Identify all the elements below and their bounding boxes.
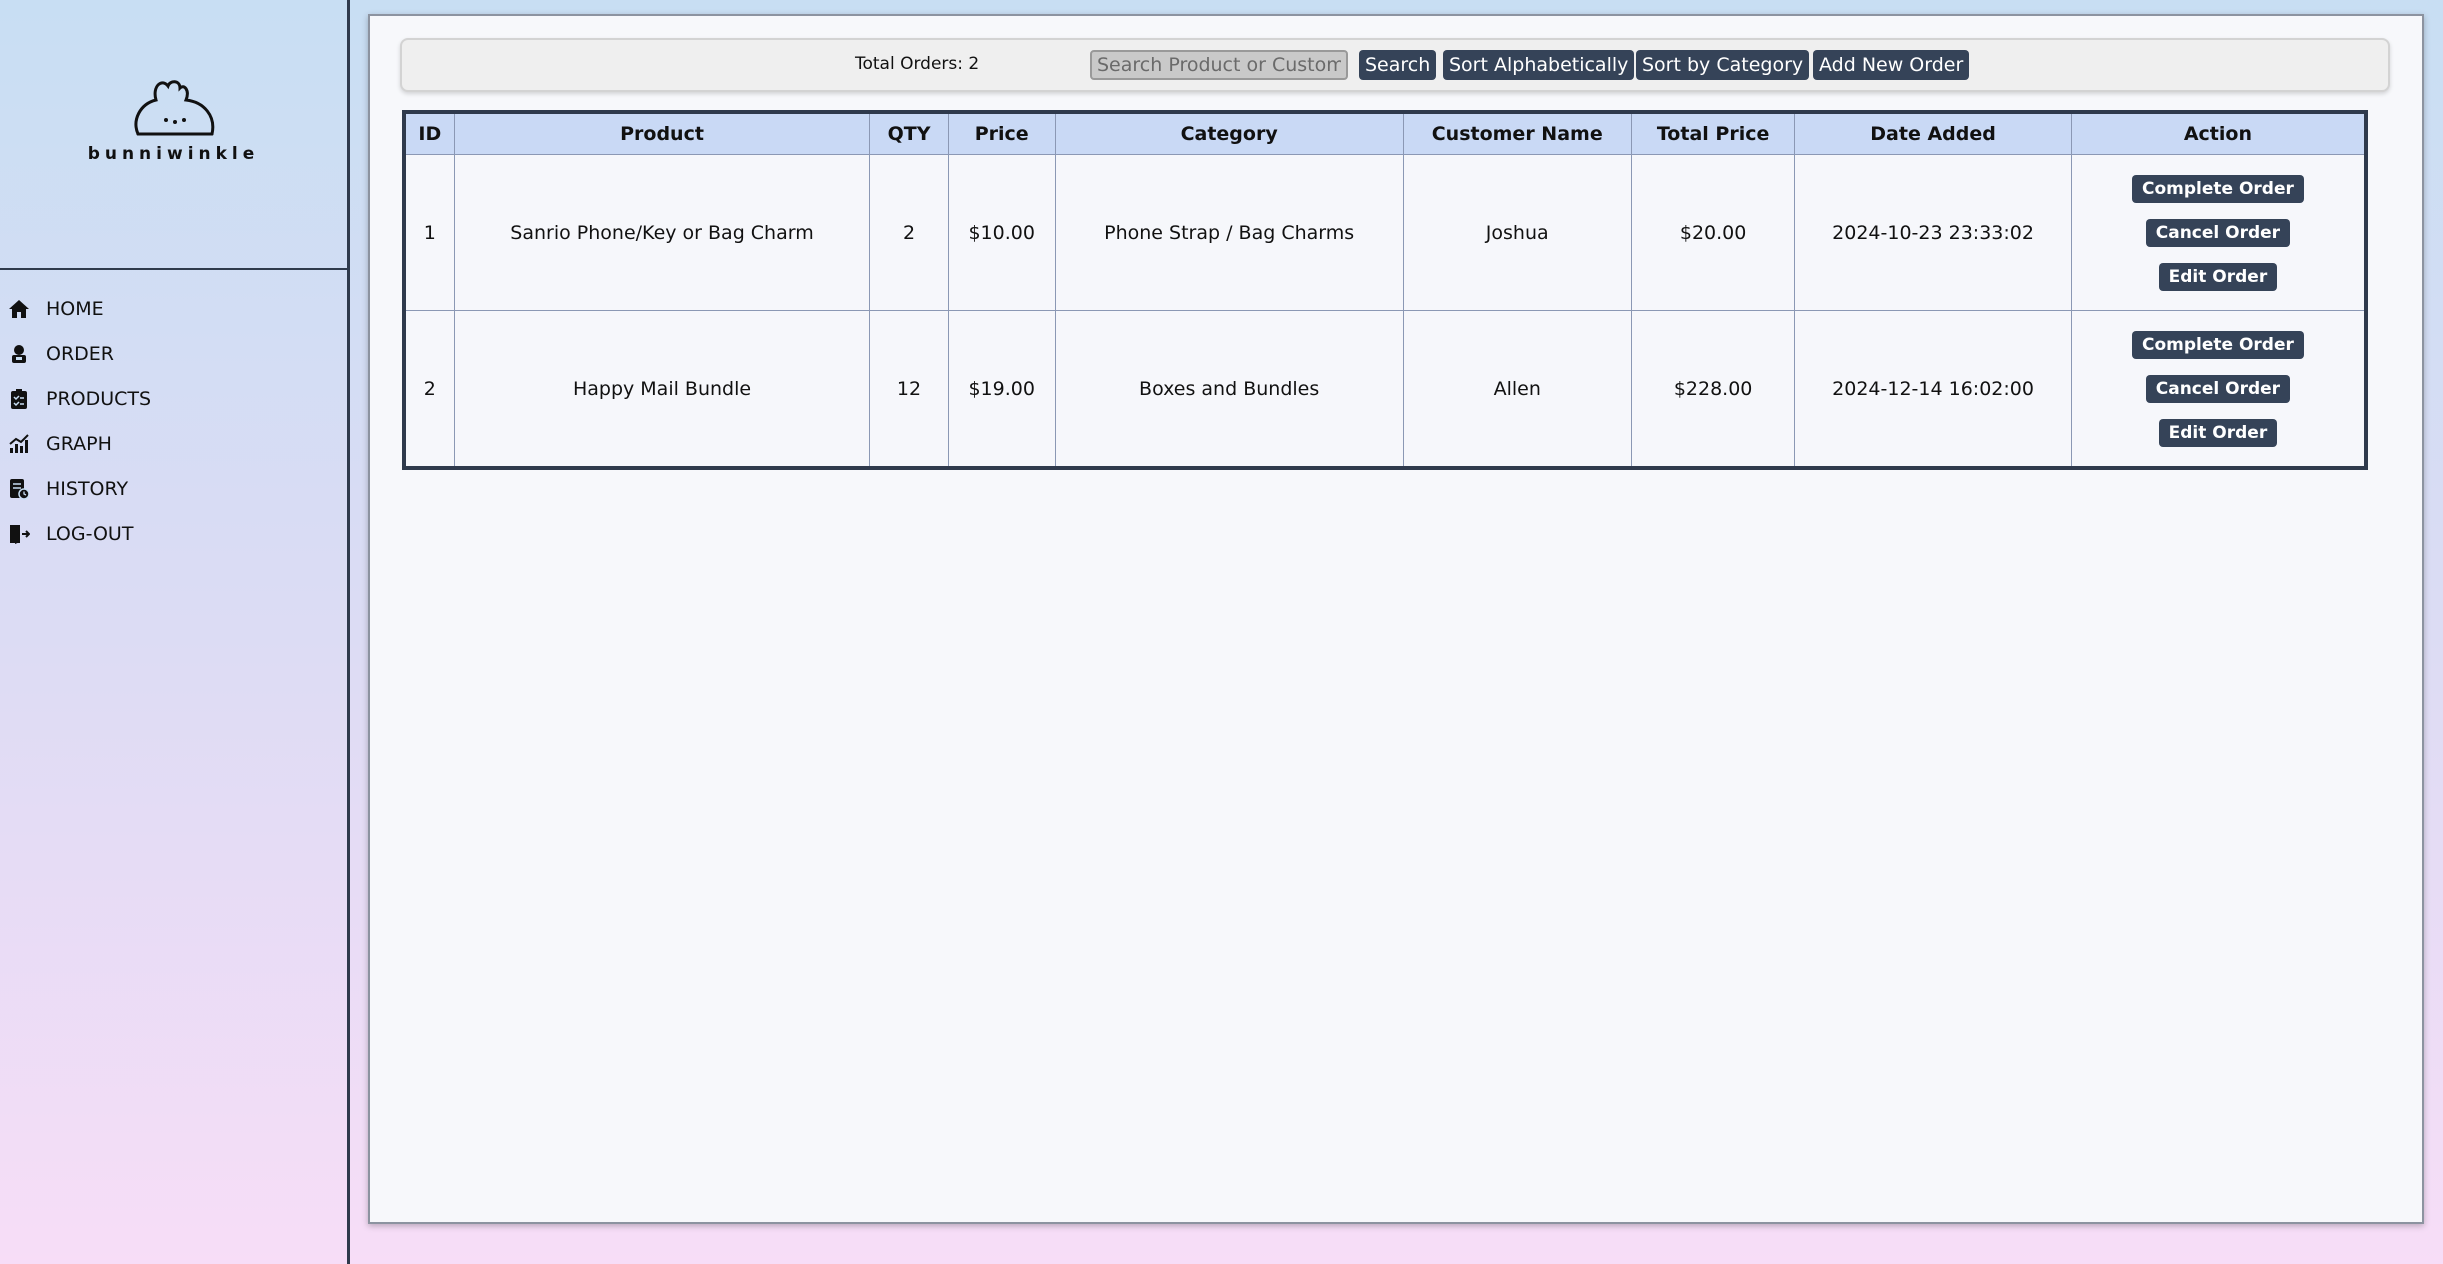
table-row: 1 Sanrio Phone/Key or Bag Charm 2 $10.00… <box>403 154 2367 311</box>
cell-category: Phone Strap / Bag Charms <box>1054 154 1404 311</box>
column-header-customer-name: Customer Name <box>1402 111 1632 155</box>
cell-price: $10.00 <box>947 154 1056 311</box>
order-icon <box>8 343 30 365</box>
cell-action: Complete Order Cancel Order Edit Order <box>2070 310 2367 469</box>
table-row: 2 Happy Mail Bundle 12 $19.00 Boxes and … <box>403 310 2367 469</box>
column-header-qty: QTY <box>869 111 949 155</box>
orders-table: ID Product QTY Price Category Customer N… <box>402 110 2368 470</box>
complete-order-button[interactable]: Complete Order <box>2131 174 2304 203</box>
sort-by-category-button[interactable]: Sort by Category <box>1636 50 1810 80</box>
sidebar-item-label: HOME <box>46 297 104 320</box>
sort-alphabetically-button[interactable]: Sort Alphabetically <box>1443 50 1635 80</box>
complete-order-button[interactable]: Complete Order <box>2131 330 2304 359</box>
history-icon <box>8 478 30 500</box>
action-buttons: Complete Order Cancel Order Edit Order <box>2073 330 2363 447</box>
cell-total-price: $228.00 <box>1630 310 1796 469</box>
edit-order-button[interactable]: Edit Order <box>2158 262 2278 291</box>
column-header-product: Product <box>453 111 871 155</box>
column-header-price: Price <box>947 111 1056 155</box>
logo-area: bunniwinkle <box>0 0 347 270</box>
bunny-logo-icon <box>134 80 215 136</box>
sidebar-item-products[interactable]: PRODUCTS <box>0 376 347 421</box>
search-input[interactable] <box>1090 50 1348 80</box>
cell-product: Sanrio Phone/Key or Bag Charm <box>453 154 871 311</box>
brand-name: bunniwinkle <box>87 144 260 164</box>
cell-id: 1 <box>403 154 455 311</box>
cell-category: Boxes and Bundles <box>1054 310 1404 469</box>
cell-id: 2 <box>403 310 455 469</box>
sidebar-item-home[interactable]: HOME <box>0 286 347 331</box>
cancel-order-button[interactable]: Cancel Order <box>2145 374 2291 403</box>
sidebar-item-history[interactable]: HISTORY <box>0 466 347 511</box>
sidebar-item-order[interactable]: ORDER <box>0 331 347 376</box>
sidebar-item-logout[interactable]: LOG-OUT <box>0 511 347 556</box>
toolbar: Total Orders: 2 Search Sort Alphabetical… <box>400 38 2390 92</box>
cell-customer-name: Allen <box>1402 310 1632 469</box>
cell-qty: 12 <box>869 310 949 469</box>
sidebar-item-label: LOG-OUT <box>46 522 134 545</box>
sidebar-item-label: PRODUCTS <box>46 387 152 410</box>
search-button[interactable]: Search <box>1359 50 1437 80</box>
home-icon <box>8 298 30 320</box>
table-header-row: ID Product QTY Price Category Customer N… <box>403 111 2367 155</box>
sidebar-item-label: ORDER <box>46 342 114 365</box>
graph-icon <box>8 433 30 455</box>
products-icon <box>8 388 30 410</box>
cell-total-price: $20.00 <box>1630 154 1796 311</box>
column-header-total-price: Total Price <box>1630 111 1796 155</box>
cell-customer-name: Joshua <box>1402 154 1632 311</box>
add-new-order-button[interactable]: Add New Order <box>1813 50 1970 80</box>
cancel-order-button[interactable]: Cancel Order <box>2145 218 2291 247</box>
column-header-id: ID <box>403 111 455 155</box>
cell-date-added: 2024-10-23 23:33:02 <box>1794 154 2072 311</box>
cell-product: Happy Mail Bundle <box>453 310 871 469</box>
cell-date-added: 2024-12-14 16:02:00 <box>1794 310 2072 469</box>
sidebar-item-label: HISTORY <box>46 477 129 500</box>
total-orders-count: Total Orders: 2 <box>855 54 980 74</box>
main-panel: Total Orders: 2 Search Sort Alphabetical… <box>368 14 2424 1224</box>
column-header-date-added: Date Added <box>1794 111 2072 155</box>
logout-icon <box>8 523 30 545</box>
cell-action: Complete Order Cancel Order Edit Order <box>2070 154 2367 311</box>
cell-qty: 2 <box>869 154 949 311</box>
sidebar-nav: HOME ORDER PRODUCTS GRAPH HISTORY LOG-OU… <box>0 286 347 556</box>
edit-order-button[interactable]: Edit Order <box>2158 418 2278 447</box>
column-header-category: Category <box>1054 111 1404 155</box>
sidebar-item-graph[interactable]: GRAPH <box>0 421 347 466</box>
cell-price: $19.00 <box>947 310 1056 469</box>
column-header-action: Action <box>2070 111 2367 155</box>
sidebar: bunniwinkle HOME ORDER PRODUCTS GRAPH HI… <box>0 0 350 1264</box>
action-buttons: Complete Order Cancel Order Edit Order <box>2073 174 2363 291</box>
sidebar-item-label: GRAPH <box>46 432 112 455</box>
